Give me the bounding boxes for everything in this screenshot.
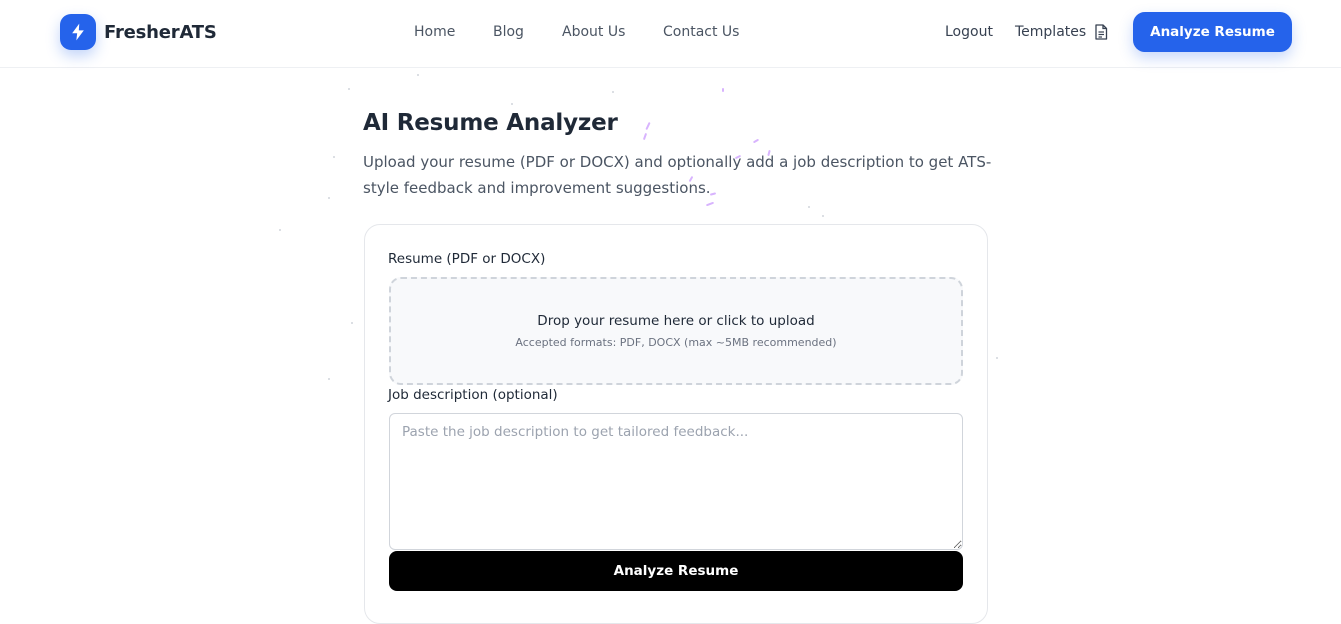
site-header: FresherATS Home Blog About Us Contact Us… — [0, 0, 1341, 68]
nav-blog[interactable]: Blog — [493, 24, 524, 40]
resume-label: Resume (PDF or DOCX) — [388, 251, 546, 267]
logout-link[interactable]: Logout — [945, 24, 993, 40]
templates-link[interactable]: Templates — [1015, 24, 1086, 40]
analyze-resume-submit-button[interactable]: Analyze Resume — [389, 551, 963, 591]
lightning-bolt-icon — [60, 14, 96, 50]
document-icon[interactable] — [1094, 24, 1108, 44]
nav-contact-us[interactable]: Contact Us — [663, 24, 739, 40]
job-description-input[interactable] — [389, 413, 963, 550]
brand-name: FresherATS — [104, 21, 217, 43]
nav-home[interactable]: Home — [414, 24, 455, 40]
dropzone-hint: Accepted formats: PDF, DOCX (max ~5MB re… — [515, 336, 837, 349]
analyze-resume-header-button[interactable]: Analyze Resume — [1133, 12, 1292, 52]
page-title: AI Resume Analyzer — [363, 110, 618, 136]
dropzone-text: Drop your resume here or click to upload — [537, 313, 815, 329]
brand-logo[interactable]: FresherATS — [60, 14, 217, 50]
page-subtitle: Upload your resume (PDF or DOCX) and opt… — [363, 153, 992, 197]
nav-about-us[interactable]: About Us — [562, 24, 625, 40]
resume-dropzone[interactable]: Drop your resume here or click to upload… — [389, 277, 963, 385]
job-description-label: Job description (optional) — [388, 387, 558, 403]
